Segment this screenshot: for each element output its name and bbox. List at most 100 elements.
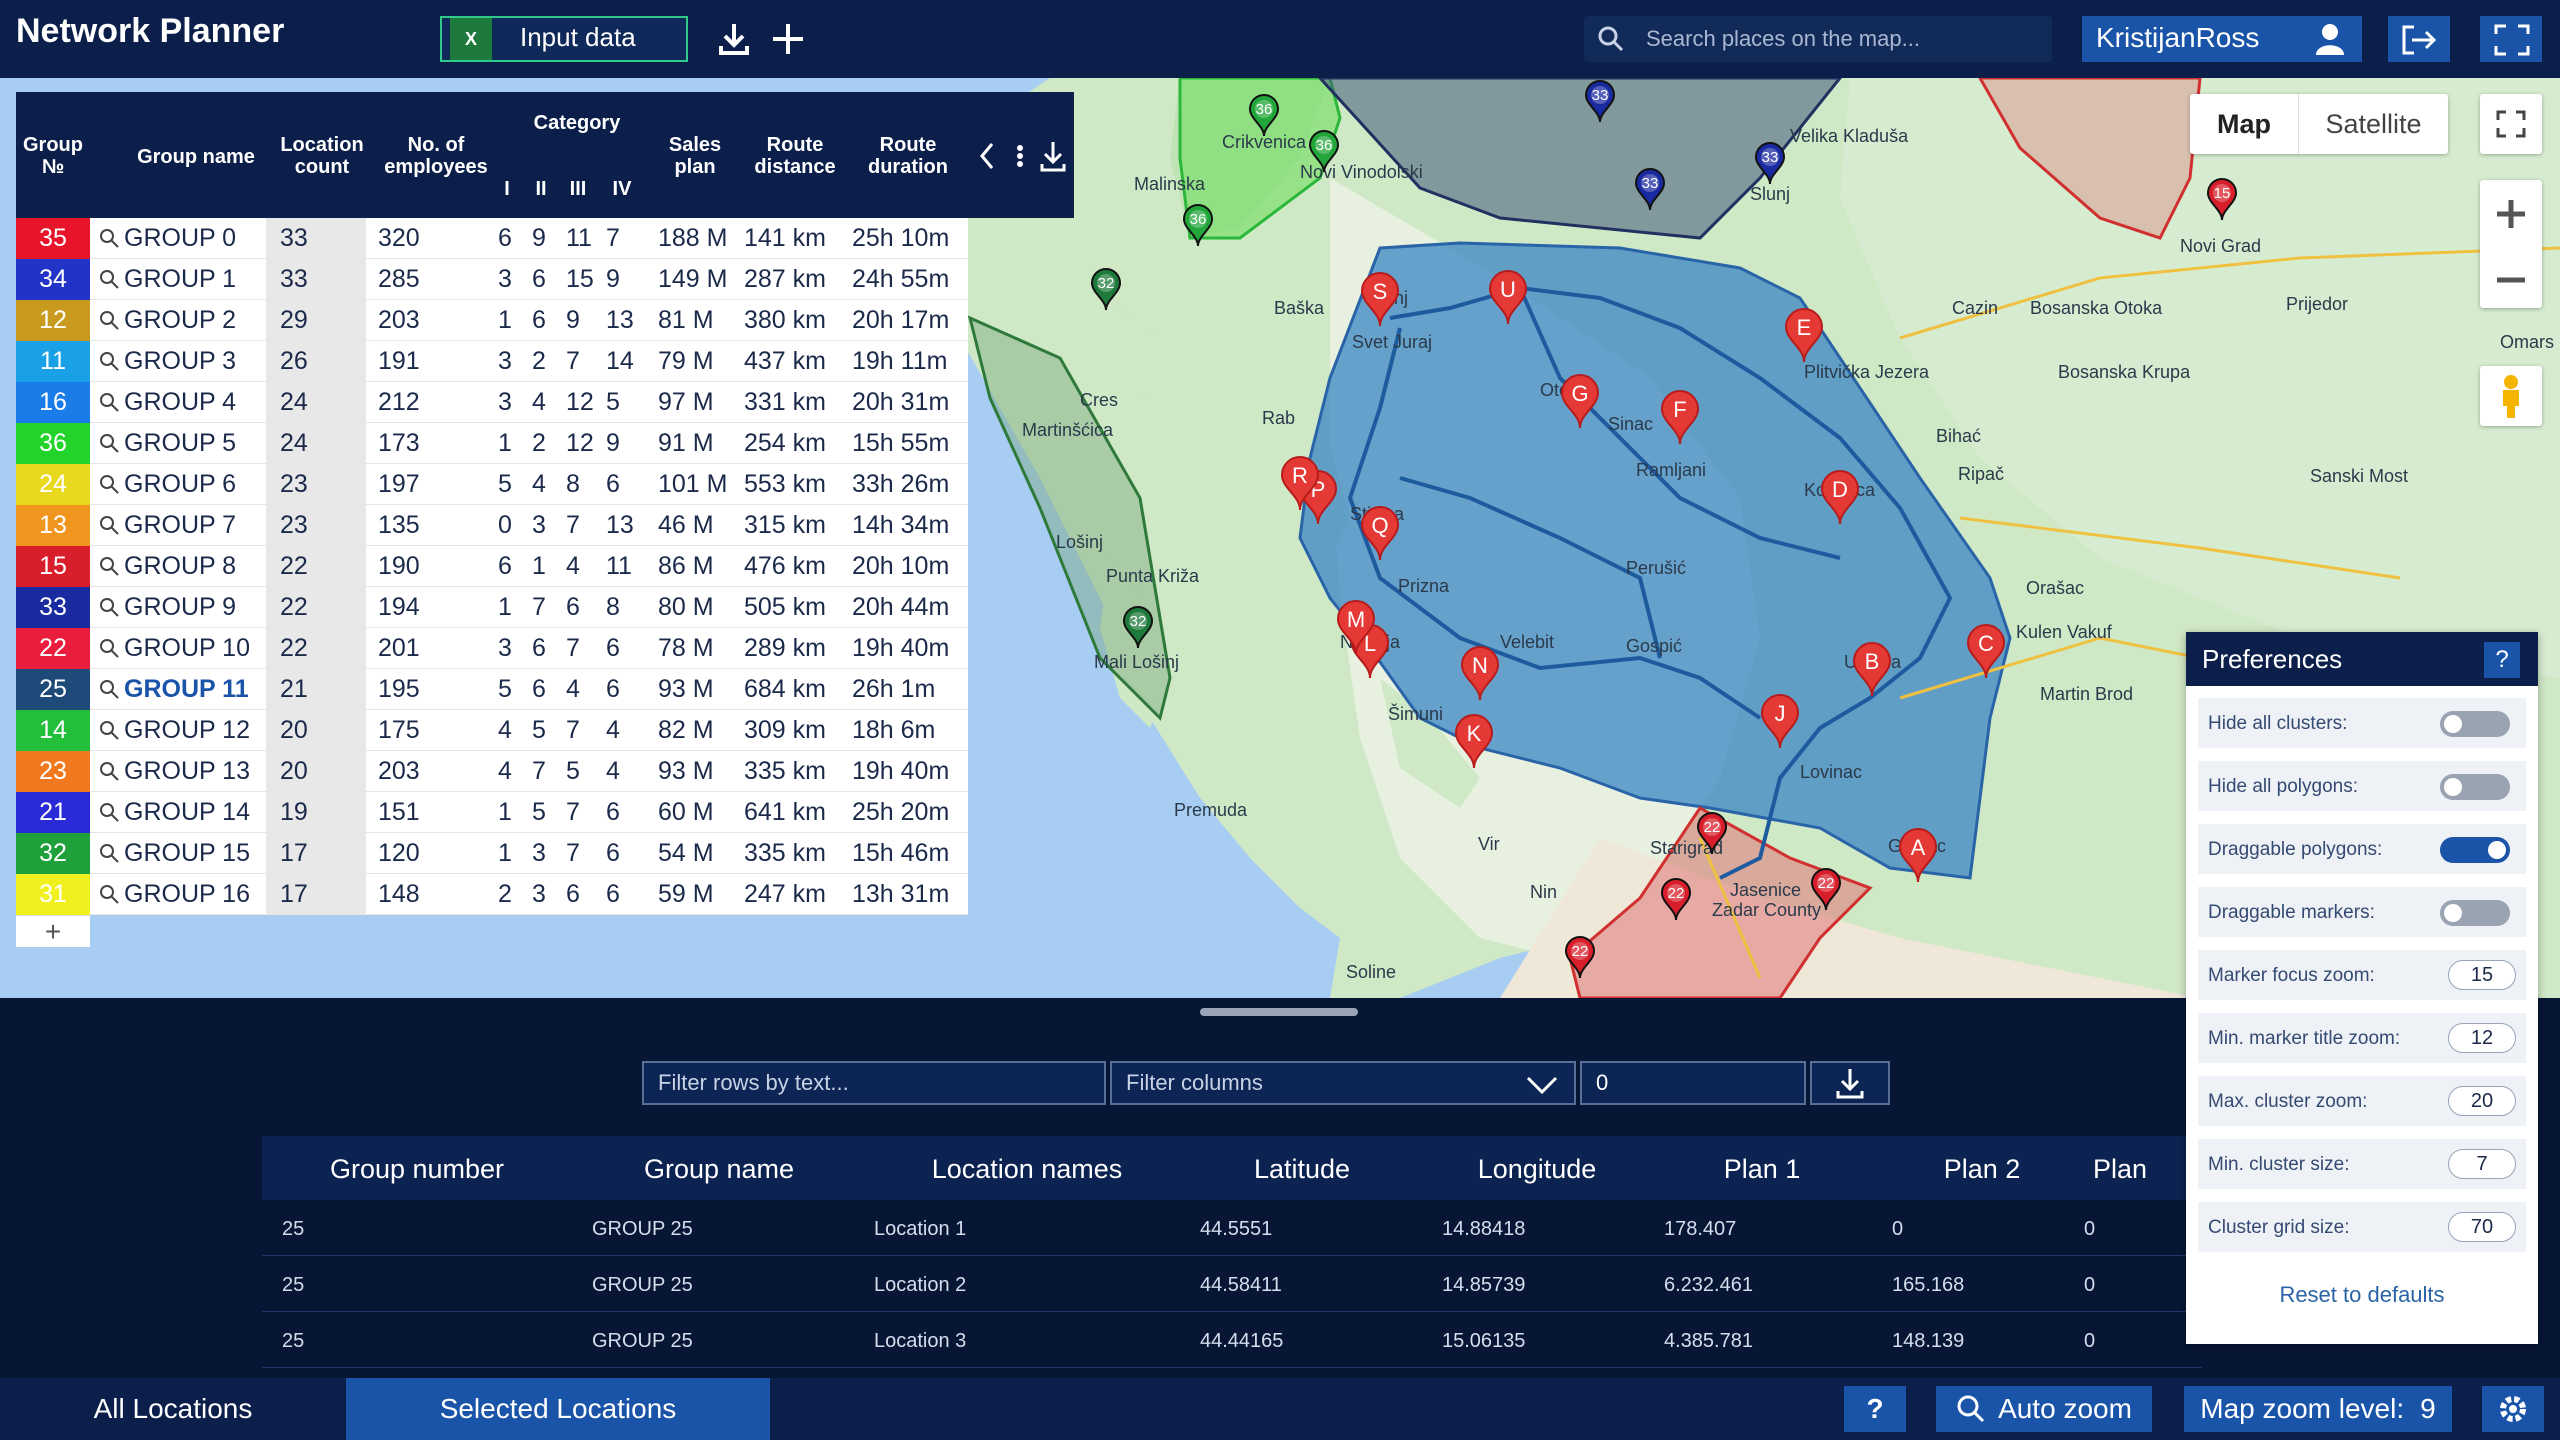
col-plan-2[interactable]: Plan 2: [1872, 1154, 2092, 1185]
group-row[interactable]: 12 GROUP 2 29 203 1 6 9 13 81 M 380 km 20h 17m: [16, 300, 968, 341]
reset-defaults-link[interactable]: Reset to defaults: [2186, 1282, 2538, 1308]
preference-number-input[interactable]: 15: [2448, 960, 2516, 990]
filter-number-input[interactable]: 0: [1580, 1061, 1806, 1105]
zoom-to-group-icon[interactable]: [98, 596, 120, 618]
zoom-in-button[interactable]: [2480, 184, 2542, 244]
location-cell: 25: [282, 1274, 305, 1296]
zoom-to-group-icon[interactable]: [98, 883, 120, 905]
group-row[interactable]: 22 GROUP 10 22 201 3 6 7 6 78 M 289 km 19h 40m: [16, 628, 968, 669]
group-row[interactable]: 11 GROUP 3 26 191 3 2 7 14 79 M 437 km 19h 11m: [16, 341, 968, 382]
group-row[interactable]: 13 GROUP 7 23 135 0 3 7 13 46 M 315 km 14h 34m: [16, 505, 968, 546]
more-options-icon[interactable]: [1010, 136, 1030, 176]
cat-iii-cell: 6: [566, 880, 580, 908]
col-cat-ii[interactable]: II: [524, 178, 558, 200]
preference-toggle[interactable]: [2440, 774, 2510, 800]
add-icon[interactable]: [768, 18, 808, 60]
zoom-to-group-icon[interactable]: [98, 760, 120, 782]
preference-number-input[interactable]: 70: [2448, 1212, 2516, 1242]
selected-locations-tab[interactable]: Selected Locations: [346, 1378, 770, 1440]
col-route-duration[interactable]: Route duration: [846, 134, 970, 178]
group-row[interactable]: 35 GROUP 0 33 320 6 9 11 7 188 M 141 km 25h 10m: [16, 218, 968, 259]
download-icon[interactable]: [714, 18, 754, 60]
place-label: Gračac: [1888, 836, 1946, 856]
group-row[interactable]: 31 GROUP 16 17 148 2 3 6 6 59 M 247 km 13h 31m: [16, 874, 968, 915]
zoom-to-group-icon[interactable]: [98, 555, 120, 577]
col-location-names[interactable]: Location names: [862, 1154, 1192, 1185]
zoom-to-group-icon[interactable]: [98, 678, 120, 700]
filter-columns-select[interactable]: Filter columns: [1110, 1061, 1576, 1105]
col-latitude[interactable]: Latitude: [1182, 1154, 1422, 1185]
all-locations-tab[interactable]: All Locations: [0, 1378, 346, 1440]
zoom-to-group-icon[interactable]: [98, 432, 120, 454]
cat-i-cell: 5: [498, 675, 512, 703]
group-row[interactable]: 32 GROUP 15 17 120 1 3 7 6 54 M 335 km 15h 46m: [16, 833, 968, 874]
preference-number-input[interactable]: 7: [2448, 1149, 2516, 1179]
cat-iii-cell: 7: [566, 511, 580, 539]
zoom-to-group-icon[interactable]: [98, 473, 120, 495]
preferences-help-button[interactable]: ?: [2484, 642, 2520, 678]
zoom-to-group-icon[interactable]: [98, 227, 120, 249]
zoom-to-group-icon[interactable]: [98, 268, 120, 290]
group-name-cell: GROUP 5: [124, 429, 237, 457]
group-row[interactable]: 16 GROUP 4 24 212 3 4 12 5 97 M 331 km 20h 31m: [16, 382, 968, 423]
group-row[interactable]: 23 GROUP 13 20 203 4 7 5 4 93 M 335 km 19h 40m: [16, 751, 968, 792]
zoom-out-button[interactable]: [2480, 250, 2542, 310]
group-row[interactable]: 34 GROUP 1 33 285 3 6 15 9 149 M 287 km 24h 55m: [16, 259, 968, 300]
col-cat-iii[interactable]: III: [558, 178, 598, 200]
zoom-to-group-icon[interactable]: [98, 309, 120, 331]
group-row[interactable]: 21 GROUP 14 19 151 1 5 7 6 60 M 641 km 25h 20m: [16, 792, 968, 833]
zoom-to-group-icon[interactable]: [98, 842, 120, 864]
col-sales-plan[interactable]: Sales plan: [650, 134, 740, 178]
group-row[interactable]: 14 GROUP 12 20 175 4 5 7 4 82 M 309 km 18h 6m: [16, 710, 968, 751]
resize-handle[interactable]: [1200, 1008, 1358, 1016]
collapse-columns-icon[interactable]: [976, 136, 1000, 176]
route-distance-cell: 553 km: [744, 470, 826, 498]
export-button[interactable]: [1810, 1061, 1890, 1105]
col-employees[interactable]: No. of employees: [368, 134, 504, 178]
col-group-number[interactable]: Group number: [262, 1154, 572, 1185]
zoom-to-group-icon[interactable]: [98, 719, 120, 741]
col-longitude[interactable]: Longitude: [1422, 1154, 1652, 1185]
settings-button[interactable]: [2482, 1386, 2544, 1432]
auto-zoom-button[interactable]: Auto zoom: [1936, 1386, 2152, 1432]
street-view-button[interactable]: [2480, 366, 2542, 426]
preference-toggle[interactable]: [2440, 837, 2510, 863]
zoom-to-group-icon[interactable]: [98, 637, 120, 659]
col-group-name[interactable]: Group name: [574, 1154, 864, 1185]
col-plan-3[interactable]: Plan: [2080, 1154, 2160, 1185]
location-row[interactable]: 25 GROUP 25 Location 3 44.44165 15.06135 4.38…: [262, 1312, 2202, 1368]
map-fullscreen-button[interactable]: [2480, 94, 2542, 154]
satellite-type-button[interactable]: Satellite: [2298, 94, 2448, 154]
add-group-button[interactable]: +: [16, 915, 90, 947]
group-row[interactable]: 15 GROUP 8 22 190 6 1 4 11 86 M 476 km 20h 10m: [16, 546, 968, 587]
filter-rows-input[interactable]: Filter rows by text...: [642, 1061, 1106, 1105]
col-cat-i[interactable]: I: [490, 178, 524, 200]
cat-iv-cell: 7: [606, 224, 620, 252]
col-plan-1[interactable]: Plan 1: [1652, 1154, 1872, 1185]
zoom-to-group-icon[interactable]: [98, 391, 120, 413]
group-row[interactable]: 36 GROUP 5 24 173 1 2 12 9 91 M 254 km 15h 55m: [16, 423, 968, 464]
location-row[interactable]: 25 GROUP 25 Location 2 44.58411 14.85739 6.23…: [262, 1256, 2202, 1312]
preference-toggle[interactable]: [2440, 711, 2510, 737]
col-route-distance[interactable]: Route distance: [736, 134, 854, 178]
zoom-to-group-icon[interactable]: [98, 350, 120, 372]
group-row[interactable]: 25 GROUP 11 21 195 5 6 4 6 93 M 684 km 26h 1m: [16, 669, 968, 710]
preference-toggle[interactable]: [2440, 900, 2510, 926]
preference-number-input[interactable]: 20: [2448, 1086, 2516, 1116]
zoom-to-group-icon[interactable]: [98, 801, 120, 823]
location-row[interactable]: 25 GROUP 25 Location 1 44.5551 14.88418 178.4…: [262, 1200, 2202, 1256]
employees-cell: 203: [378, 306, 420, 334]
preference-number-input[interactable]: 12: [2448, 1023, 2516, 1053]
map-type-button[interactable]: Map: [2190, 94, 2298, 154]
help-button[interactable]: ?: [1844, 1386, 1906, 1432]
group-name-cell: GROUP 1: [124, 265, 237, 293]
download-table-icon[interactable]: [1038, 136, 1068, 176]
zoom-to-group-icon[interactable]: [98, 514, 120, 536]
group-row[interactable]: 24 GROUP 6 23 197 5 4 8 6 101 M 553 km 33h 26m: [16, 464, 968, 505]
col-cat-iv[interactable]: IV: [600, 178, 644, 200]
col-location-count[interactable]: Location count: [274, 134, 370, 178]
col-group-no[interactable]: Group №: [20, 134, 86, 178]
place-label: Korenica: [1804, 480, 1876, 500]
col-group-name[interactable]: Group name: [96, 146, 296, 168]
group-row[interactable]: 33 GROUP 9 22 194 1 7 6 8 80 M 505 km 20h 44m: [16, 587, 968, 628]
